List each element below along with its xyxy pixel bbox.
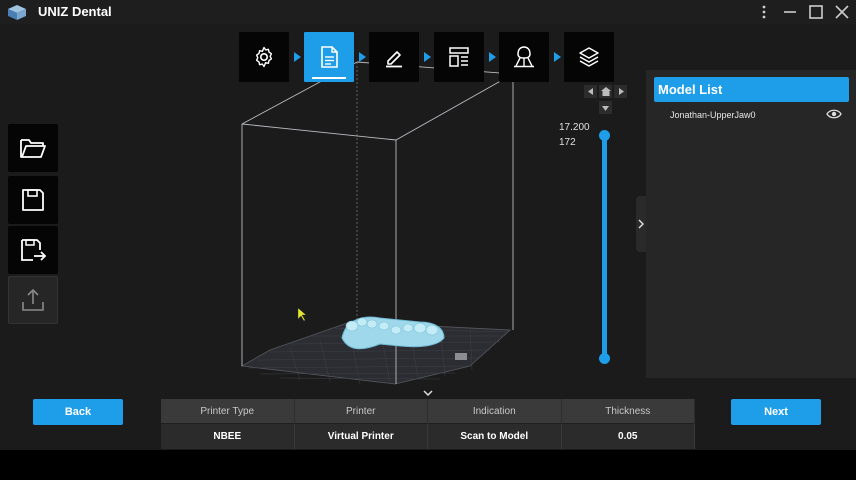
folder-open-icon [20,139,46,158]
app-logo-icon [8,5,26,20]
slider-layer-value: 172 [559,137,576,148]
open-file-button[interactable] [8,124,58,172]
step-edit[interactable] [369,32,419,82]
layer-slider-track[interactable] [602,134,607,360]
model-list-panel: Model List Jonathan-UpperJaw0 [646,70,856,378]
save-as-button[interactable] [8,226,58,274]
home-icon [600,87,611,96]
view-left-button[interactable] [584,85,597,98]
next-button[interactable]: Next [731,399,821,425]
title-bar: UNIZ Dental [0,0,856,24]
model-list-title: Model List [654,77,849,102]
upload-icon [22,288,44,311]
layer-slider-bottom-handle[interactable] [599,353,610,364]
step-arrow-icon [554,52,561,62]
column-header: Thickness [561,399,695,423]
column-header: Printer Type [161,399,295,423]
indication-value: Scan to Model [428,423,562,449]
view-right-button[interactable] [614,85,627,98]
layers-icon [579,47,599,67]
view-navigation [584,85,628,115]
close-icon[interactable] [832,2,852,22]
back-button[interactable]: Back [33,399,123,425]
chevron-down-icon [423,390,433,396]
pencil-icon [386,51,402,68]
save-button[interactable] [8,176,58,224]
step-arrow-icon [294,52,301,62]
more-options-icon[interactable] [754,2,774,22]
step-file[interactable] [304,32,354,82]
save-as-icon [21,239,47,261]
step-arrow-icon [424,52,431,62]
app-title: UNIZ Dental [38,4,112,19]
view-down-button[interactable] [599,101,612,114]
save-icon [22,189,44,211]
step-settings[interactable] [239,32,289,82]
column-header: Indication [428,399,562,423]
column-header: Printer [294,399,428,423]
bottom-strip [0,450,856,480]
printer-value: Virtual Printer [294,423,428,449]
layout-icon [449,47,469,67]
step-layout[interactable] [434,32,484,82]
dental-model[interactable] [341,316,445,350]
bottom-expand-button[interactable] [400,386,456,400]
gear-icon [255,46,273,68]
layer-slider-top-handle[interactable] [599,130,610,141]
thickness-value: 0.05 [561,423,695,449]
slider-top-value: 17.200 [559,122,590,133]
window-controls [754,2,852,22]
model-list-item[interactable]: Jonathan-UpperJaw0 [670,110,756,120]
support-icon [514,46,534,68]
printer-info-table: Printer Type Printer Indication Thicknes… [161,399,695,449]
eye-icon[interactable] [826,108,842,120]
chevron-down-icon [602,105,609,111]
export-button[interactable] [8,276,58,324]
view-home-button[interactable] [599,85,612,98]
chevron-left-icon [587,88,593,95]
step-arrow-icon [489,52,496,62]
chevron-right-icon [638,219,644,229]
document-icon [321,46,338,68]
step-support[interactable] [499,32,549,82]
step-slice[interactable] [564,32,614,82]
printer-type-value: NBEE [161,423,295,449]
step-arrow-icon [359,52,366,62]
chevron-right-icon [618,88,624,95]
maximize-icon[interactable] [806,2,826,22]
minimize-icon[interactable] [780,2,800,22]
panel-collapse-button[interactable] [636,196,646,252]
mouse-cursor-icon [297,307,307,322]
